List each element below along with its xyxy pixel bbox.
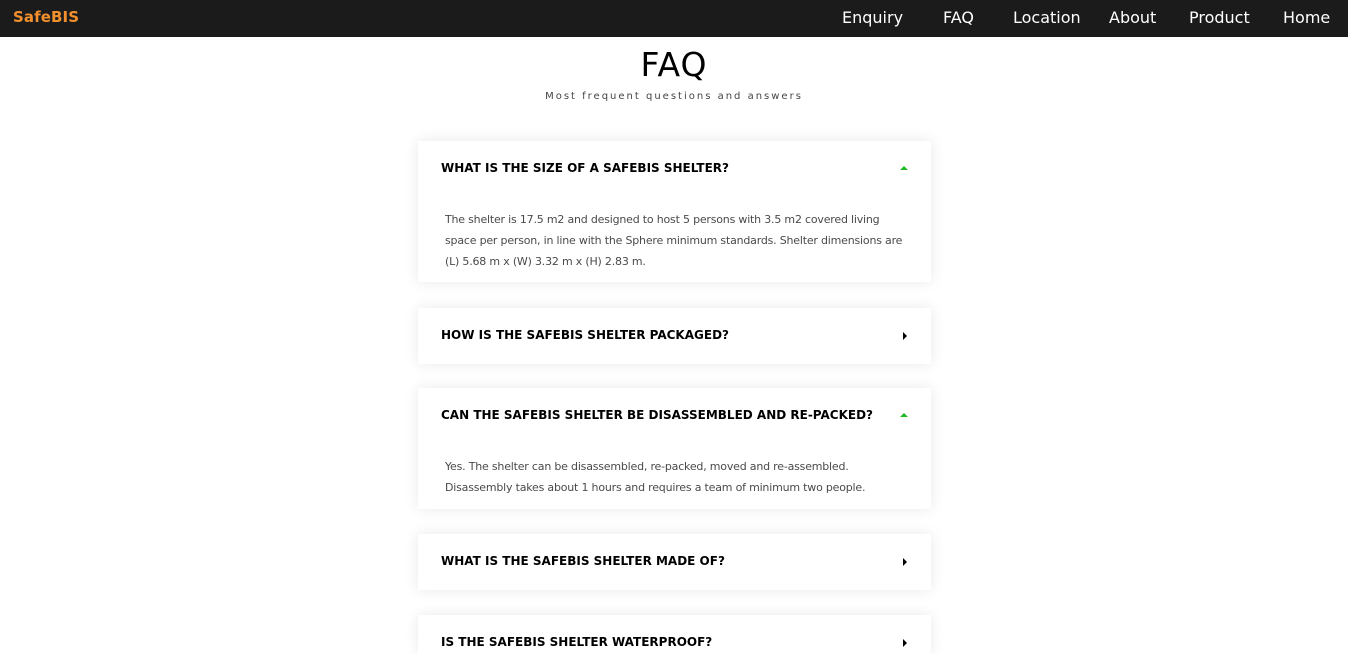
chevron-right-icon[interactable] bbox=[903, 639, 907, 647]
faq-item-packaged[interactable]: HOW IS THE SAFEBIS SHELTER PACKAGED? bbox=[418, 308, 931, 364]
faq-question[interactable]: HOW IS THE SAFEBIS SHELTER PACKAGED? bbox=[441, 328, 729, 342]
faq-item-size: WHAT IS THE SIZE OF A SAFEBIS SHELTER? T… bbox=[418, 141, 931, 282]
faq-item-disassembled: CAN THE SAFEBIS SHELTER BE DISASSEMBLED … bbox=[418, 388, 931, 509]
faq-question[interactable]: WHAT IS THE SIZE OF A SAFEBIS SHELTER? bbox=[441, 161, 729, 175]
top-navbar: SafeBIS Enquiry FAQ Location About Produ… bbox=[0, 0, 1348, 37]
faq-item-waterproof[interactable]: IS THE SAFEBIS SHELTER WATERPROOF? bbox=[418, 615, 931, 654]
nav-link-location[interactable]: Location bbox=[1013, 8, 1081, 27]
faq-question[interactable]: WHAT IS THE SAFEBIS SHELTER MADE OF? bbox=[441, 554, 725, 568]
nav-link-home[interactable]: Home bbox=[1283, 8, 1330, 27]
chevron-up-icon[interactable] bbox=[900, 413, 908, 417]
nav-link-faq[interactable]: FAQ bbox=[943, 8, 974, 27]
chevron-right-icon[interactable] bbox=[903, 332, 907, 340]
chevron-up-icon[interactable] bbox=[900, 166, 908, 170]
nav-link-product[interactable]: Product bbox=[1189, 8, 1250, 27]
page-subtitle: Most frequent questions and answers bbox=[545, 91, 803, 102]
faq-question[interactable]: IS THE SAFEBIS SHELTER WATERPROOF? bbox=[441, 635, 712, 649]
nav-link-enquiry[interactable]: Enquiry bbox=[842, 8, 903, 27]
faq-answer: Yes. The shelter can be disassembled, re… bbox=[445, 460, 866, 494]
faq-question[interactable]: CAN THE SAFEBIS SHELTER BE DISASSEMBLED … bbox=[441, 408, 873, 422]
chevron-right-icon[interactable] bbox=[903, 558, 907, 566]
page-title: FAQ bbox=[640, 45, 708, 84]
brand-logo[interactable]: SafeBIS bbox=[13, 8, 79, 26]
faq-item-made-of[interactable]: WHAT IS THE SAFEBIS SHELTER MADE OF? bbox=[418, 534, 931, 590]
nav-link-about[interactable]: About bbox=[1109, 8, 1156, 27]
faq-answer: The shelter is 17.5 m2 and designed to h… bbox=[445, 213, 903, 268]
